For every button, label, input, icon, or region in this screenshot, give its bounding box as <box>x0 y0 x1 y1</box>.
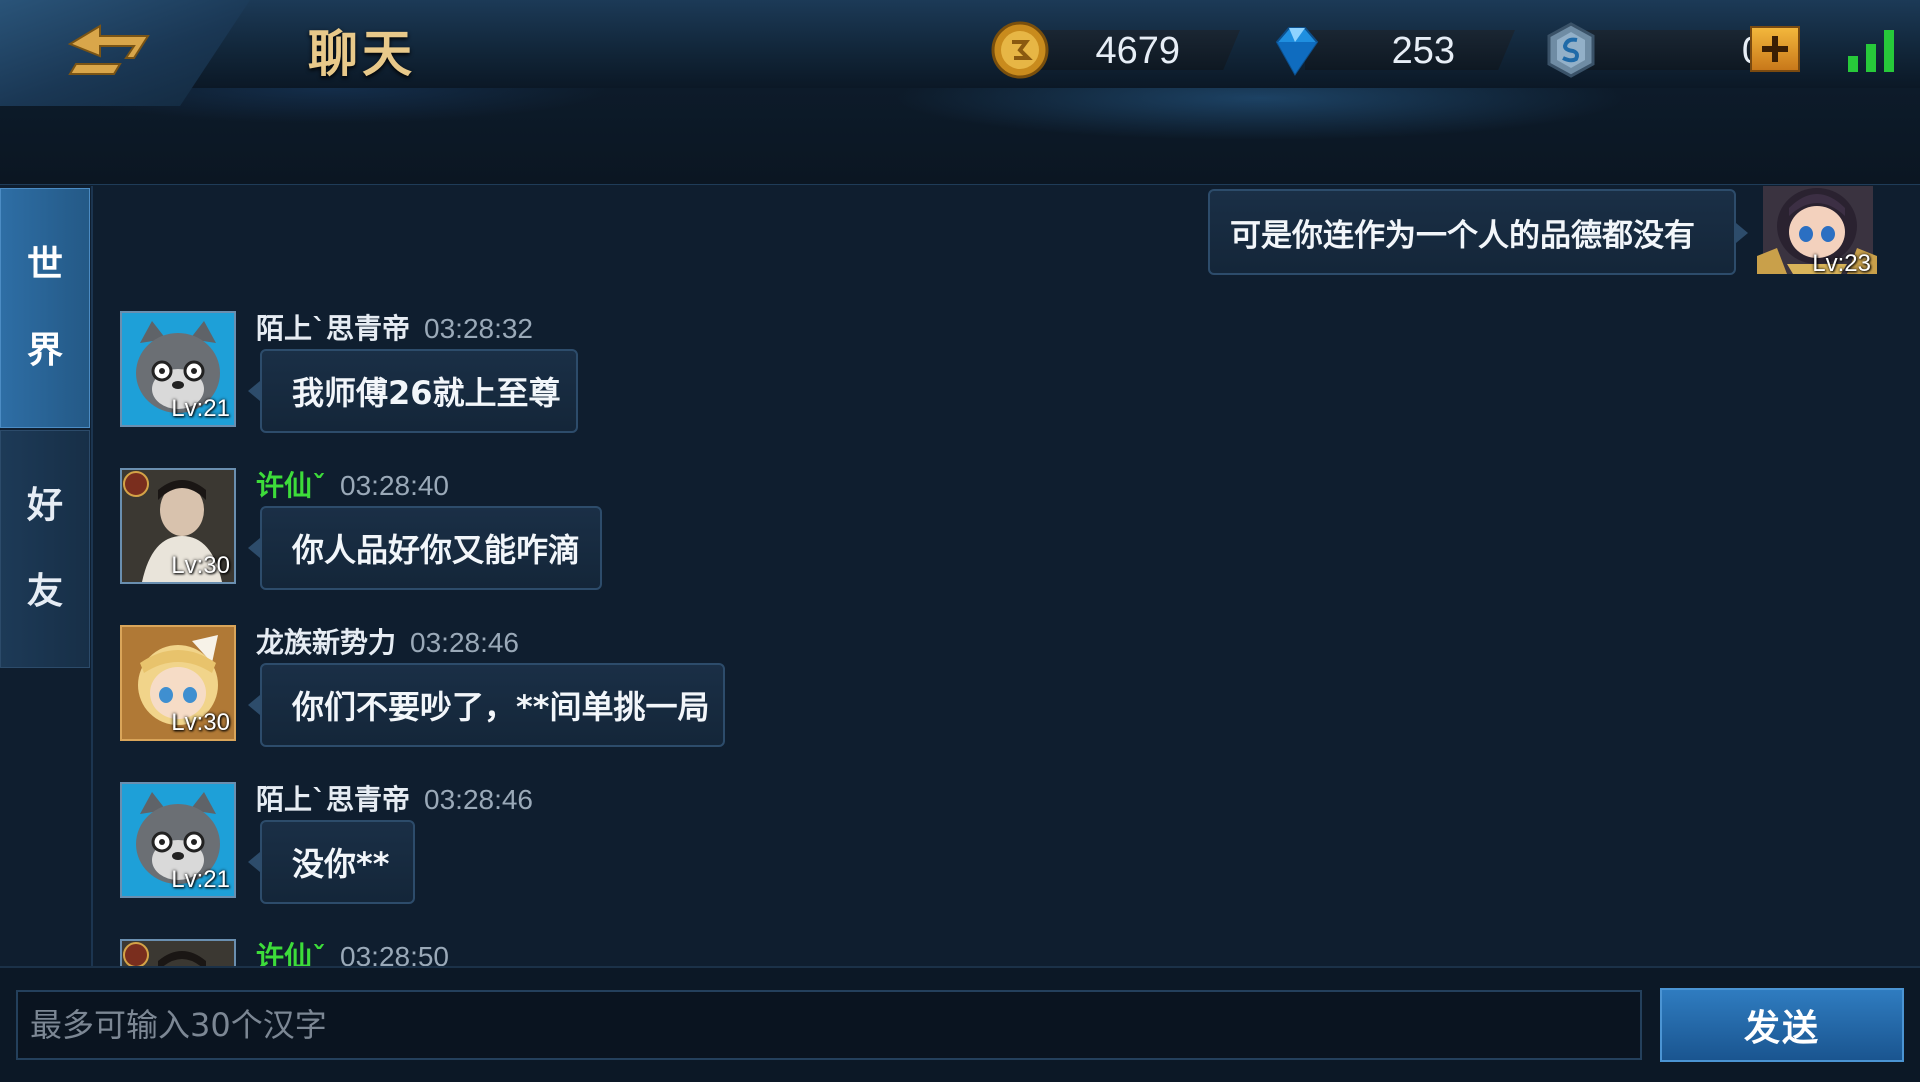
tab-friends-label-top: 好 <box>26 485 63 526</box>
gold-amount: 4679 <box>1095 30 1180 72</box>
message-meta: 许仙ˇ 03:28:40 <box>256 464 449 504</box>
page-title: 聊天 <box>308 25 416 83</box>
wolf-avatar[interactable]: Lv:21 <box>120 782 236 898</box>
message-meta: 陌上`思青帝 03:28:32 <box>256 307 533 347</box>
photo-avatar-icon <box>122 941 234 966</box>
diamond-amount: 253 <box>1391 30 1455 72</box>
header-banner <box>0 88 1920 185</box>
message-bubble: 你们不要吵了，**间单挑一局 <box>248 663 725 747</box>
message-bubble: 没你** <box>248 820 415 904</box>
message-meta: 陌上`思青帝 03:28:46 <box>256 778 533 818</box>
chat-input[interactable] <box>16 990 1642 1060</box>
own-message-bubble: 可是你连作为一个人的品德都没有 <box>1208 189 1748 275</box>
message-time: 03:28:46 <box>410 627 520 658</box>
plus-icon <box>1762 36 1788 62</box>
signal-strength-icon <box>1848 30 1894 72</box>
photo-avatar[interactable] <box>120 939 236 966</box>
sender-name[interactable]: 许仙ˇ <box>256 940 326 966</box>
wolf-avatar[interactable]: Lv:21 <box>120 311 236 427</box>
tab-friends-label-bottom: 友 <box>26 571 63 612</box>
message-time: 03:28:32 <box>424 313 534 344</box>
message-time: 03:28:50 <box>340 941 450 966</box>
back-arrow-icon <box>67 24 150 75</box>
token-icon <box>1547 22 1595 78</box>
user-level: Lv:30 <box>171 709 230 736</box>
message-bubble: 你人品好你又能咋滴 <box>248 506 602 590</box>
user-level: Lv:30 <box>171 552 230 579</box>
sender-name[interactable]: 陌上`思青帝 <box>256 312 410 345</box>
user-level: Lv:21 <box>171 866 230 893</box>
anime-girl-avatar[interactable]: Lv:30 <box>120 625 236 741</box>
sender-name[interactable]: 许仙ˇ <box>256 469 326 502</box>
gold-coin-icon <box>991 21 1049 79</box>
tab-friends[interactable]: 好 友 <box>0 430 90 668</box>
diamond-counter: 253 <box>1265 26 1515 76</box>
gold-counter: 4679 <box>990 21 1240 79</box>
sender-name[interactable]: 龙族新势力 <box>256 626 396 659</box>
tab-world[interactable]: 世 界 <box>0 188 90 428</box>
message-meta: 许仙ˇ 03:28:50 <box>256 935 449 966</box>
side-divider <box>91 186 93 966</box>
tab-world-label-top: 世 <box>26 244 63 285</box>
input-bar: 发送 <box>0 966 1920 1082</box>
message-time: 03:28:40 <box>340 470 450 501</box>
tab-world-label-bottom: 界 <box>26 330 63 371</box>
user-level: Lv:21 <box>171 395 230 422</box>
recharge-button[interactable] <box>1750 26 1800 72</box>
sender-name[interactable]: 陌上`思青帝 <box>256 783 410 816</box>
diamond-icon <box>1275 27 1319 76</box>
own-level: Lv:23 <box>1812 250 1871 277</box>
chat-message-list[interactable]: 可是你连作为一个人的品德都没有 Lv:23 Lv:21 陌上`思青帝 03:28… <box>95 186 1920 966</box>
message-meta: 龙族新势力 03:28:46 <box>256 621 519 661</box>
photo-avatar[interactable]: Lv:30 <box>120 468 236 584</box>
message-bubble: 我师傅26就上至尊 <box>248 349 578 433</box>
send-button[interactable]: 发送 <box>1660 988 1904 1062</box>
own-avatar[interactable]: Lv:23 <box>1757 186 1877 278</box>
message-time: 03:28:46 <box>424 784 534 815</box>
